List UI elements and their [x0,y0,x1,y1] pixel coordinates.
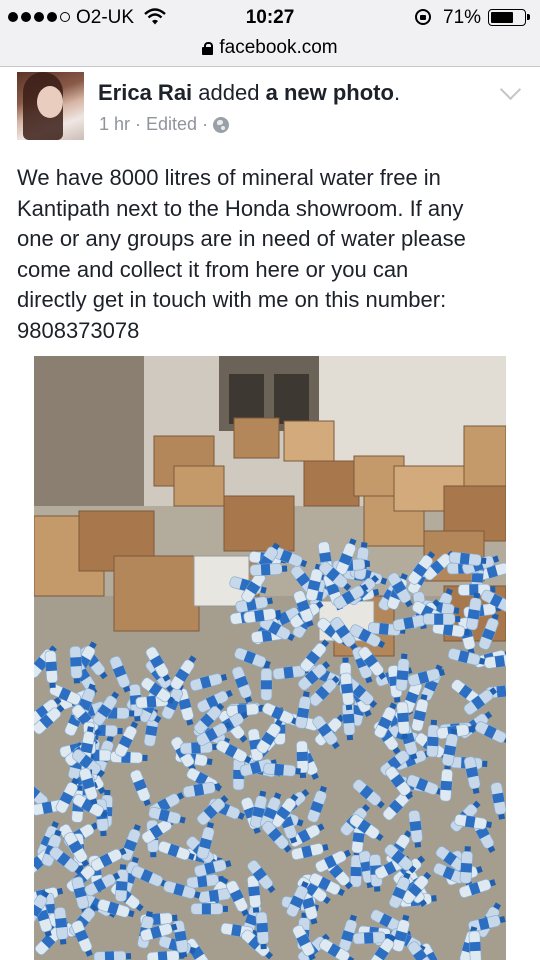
post-text-line: come and collect it from here or you can [17,256,409,282]
post-body: We have 8000 litres of mineral water fre… [17,163,522,346]
post-header-punct: . [393,80,401,105]
battery-icon [488,9,530,26]
url-text[interactable]: facebook.com [219,37,337,59]
post-time[interactable]: 1 hr [99,114,130,135]
globe-icon [213,116,230,133]
post-meta: 1 hr · Edited · [99,114,230,135]
edited-label[interactable]: Edited [146,114,197,135]
post-photo[interactable] [34,356,506,960]
rotation-lock-icon [415,9,431,25]
chevron-down-icon[interactable] [499,78,522,101]
meta-separator: · [135,114,142,134]
post-object-link[interactable]: a new photo [266,80,394,105]
phone-number[interactable]: 9808373078 [17,316,522,347]
address-bar[interactable]: facebook.com [0,36,540,60]
post-text-line: Kantipath next to the Honda showroom. If… [17,195,464,221]
browser-top-bar: O2-UK 10:27 71% facebook.com [0,0,540,67]
post-action: added [198,80,260,105]
battery-percent: 71% [443,7,482,28]
post-text-line: directly get in touch with me on this nu… [17,287,447,312]
status-bar: O2-UK 10:27 71% [0,0,540,36]
post-text-line: We have 8000 litres of mineral water fre… [17,165,441,190]
post-header: Erica Rai added a new photo. [98,80,400,106]
post-text-line: one or any groups are in need of water p… [17,226,466,251]
author-name[interactable]: Erica Rai [98,80,192,105]
avatar[interactable] [17,72,84,140]
meta-separator: · [202,114,209,134]
lock-icon [202,41,214,55]
